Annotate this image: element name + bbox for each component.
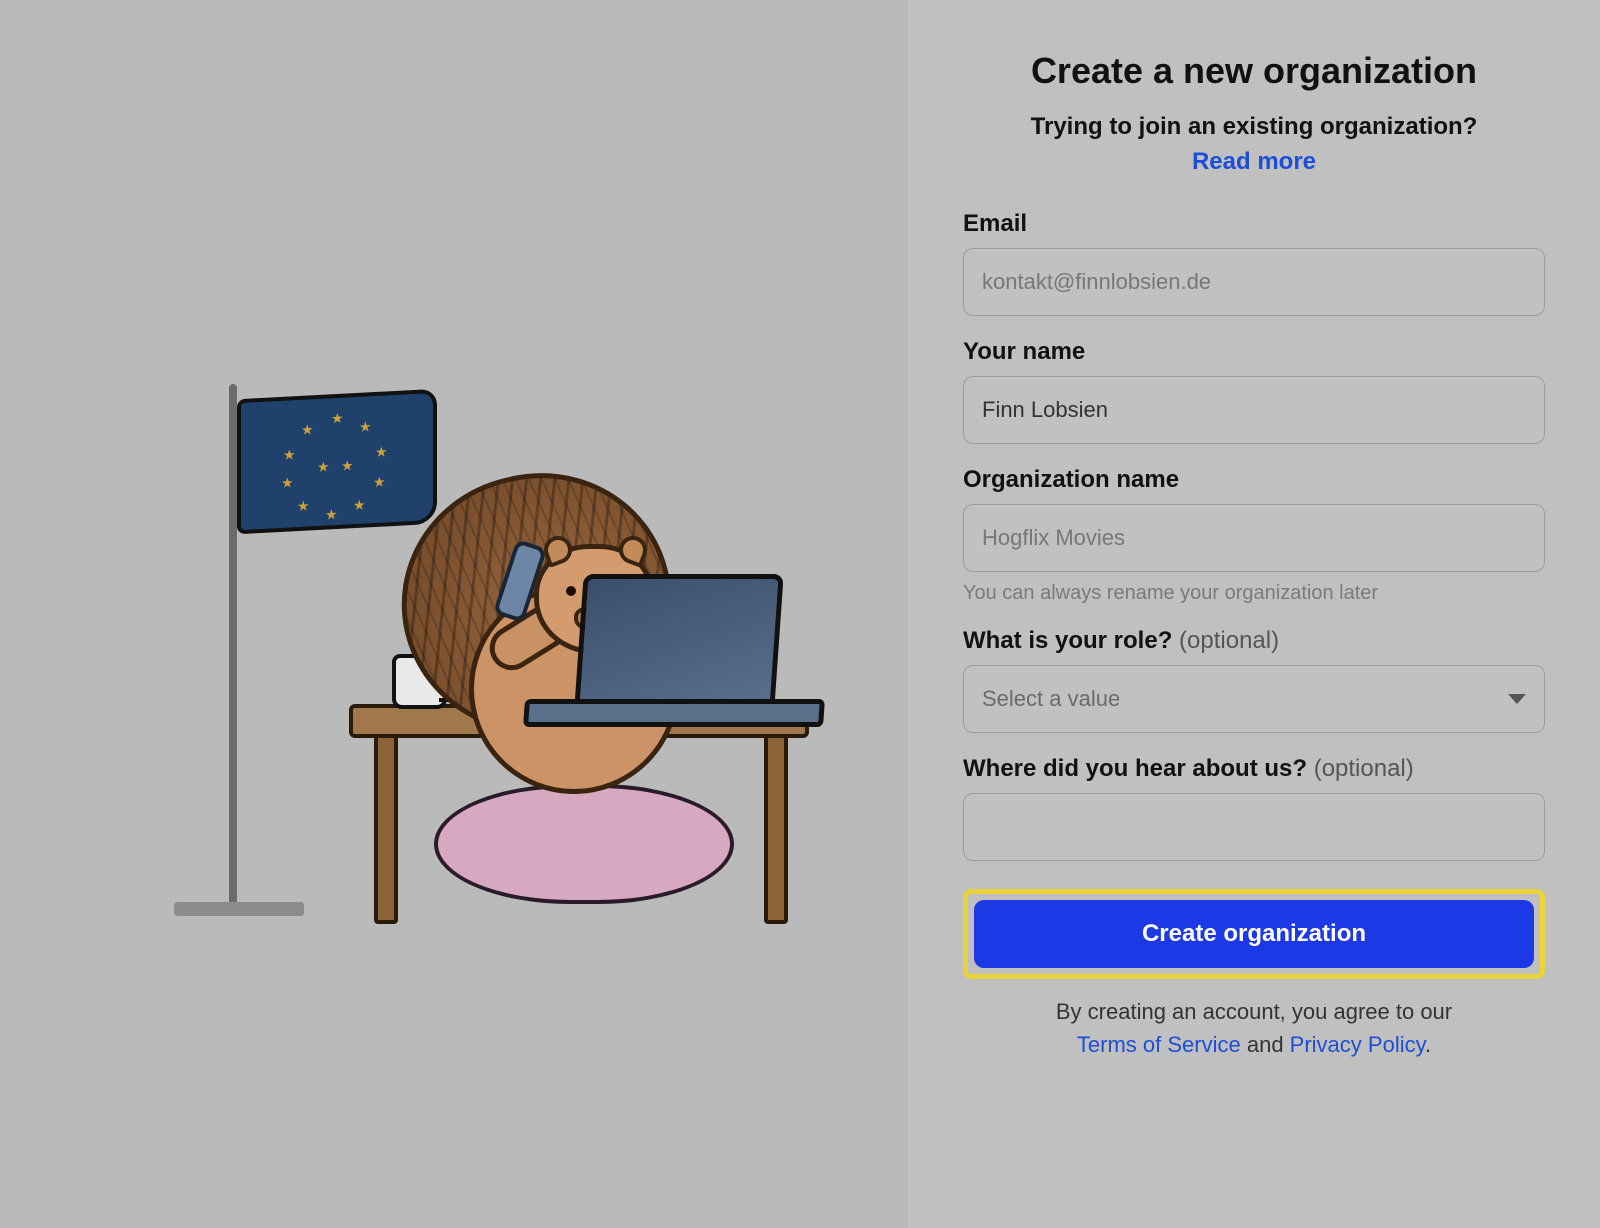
subtitle-text: Trying to join an existing organization?: [1031, 113, 1478, 140]
org-name-field[interactable]: [963, 504, 1545, 572]
org-name-helper: You can always rename your organization …: [963, 582, 1545, 605]
role-select[interactable]: Select a value: [963, 665, 1545, 733]
role-select-placeholder: Select a value: [982, 686, 1120, 712]
role-label: What is your role? (optional): [963, 627, 1545, 655]
role-optional-tag: (optional): [1179, 627, 1279, 654]
page-title: Create a new organization: [963, 50, 1545, 92]
name-label: Your name: [963, 338, 1545, 366]
chevron-down-icon: [1508, 694, 1526, 704]
legal-text: By creating an account, you agree to our…: [963, 995, 1545, 1061]
terms-of-service-link[interactable]: Terms of Service: [1077, 1032, 1241, 1057]
read-more-link[interactable]: Read more: [1192, 148, 1316, 175]
subtitle: Trying to join an existing organization?…: [963, 110, 1545, 180]
email-label: Email: [963, 210, 1545, 238]
name-field[interactable]: [963, 376, 1545, 444]
hedgehog-illustration: ★ ★ ★ ★ ★ ★ ★ ★ ★ ★ ★ ★: [134, 354, 774, 874]
heard-optional-tag: (optional): [1314, 755, 1414, 782]
submit-highlight: Create organization: [963, 889, 1545, 979]
create-organization-button[interactable]: Create organization: [974, 900, 1534, 968]
signup-form-panel: Create a new organization Trying to join…: [908, 0, 1600, 1228]
email-field: [963, 248, 1545, 316]
org-name-label: Organization name: [963, 466, 1545, 494]
illustration-panel: ★ ★ ★ ★ ★ ★ ★ ★ ★ ★ ★ ★: [0, 0, 908, 1228]
privacy-policy-link[interactable]: Privacy Policy: [1290, 1032, 1425, 1057]
heard-field[interactable]: [963, 793, 1545, 861]
laptop-icon: [574, 574, 783, 709]
heard-label: Where did you hear about us? (optional): [963, 755, 1545, 783]
